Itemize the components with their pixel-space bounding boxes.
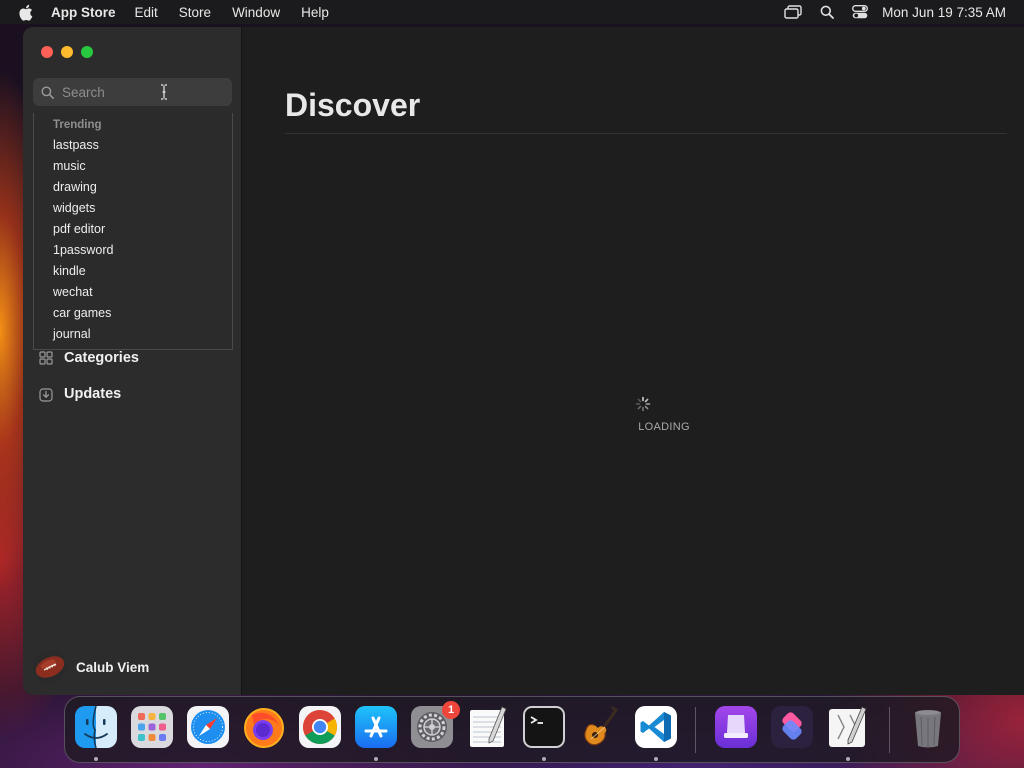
main-content: Discover LOADING — [243, 27, 1024, 695]
vscode-icon — [635, 706, 677, 748]
title-divider — [285, 133, 1007, 134]
suggestion-item[interactable]: kindle — [53, 261, 86, 281]
apple-logo-icon[interactable] — [18, 3, 34, 21]
close-window-button[interactable] — [41, 46, 53, 58]
zoom-window-button[interactable] — [81, 46, 93, 58]
traffic-lights — [41, 46, 93, 58]
categories-grid-icon — [39, 351, 55, 365]
menu-edit[interactable]: Edit — [135, 5, 158, 20]
suggestion-item[interactable]: 1password — [53, 240, 113, 260]
configurator-icon — [715, 706, 757, 748]
dock-configurator[interactable] — [714, 705, 758, 749]
page-title: Discover — [285, 87, 421, 123]
notification-badge: 1 — [442, 701, 460, 719]
dock-chrome[interactable] — [298, 705, 342, 749]
suggestions-heading: Trending — [53, 119, 102, 131]
suggestion-item[interactable]: journal — [53, 324, 91, 344]
dock-textedit[interactable] — [466, 705, 510, 749]
control-center-icon[interactable] — [852, 5, 869, 19]
account-profile[interactable]: Calub Viem — [33, 649, 149, 685]
dock-safari[interactable] — [186, 705, 230, 749]
screen-mirroring-icon[interactable] — [784, 5, 802, 19]
dock-finder[interactable] — [74, 705, 118, 749]
running-indicator — [654, 757, 658, 761]
sidebar-item-updates[interactable]: Updates — [39, 382, 121, 406]
shortcuts-icon — [771, 706, 813, 748]
sidebar-item-label: Categories — [64, 350, 139, 366]
dock-garageband[interactable] — [578, 705, 622, 749]
running-indicator — [374, 757, 378, 761]
app-store-window: Trending lastpass music drawing widgets … — [23, 27, 1024, 695]
firefox-icon — [244, 708, 284, 748]
menu-clock[interactable]: Mon Jun 19 7:35 AM — [882, 5, 1006, 20]
updates-download-icon — [39, 387, 55, 402]
search-field[interactable] — [33, 78, 232, 106]
dock-terminal[interactable] — [522, 705, 566, 749]
search-input[interactable] — [62, 82, 222, 102]
menu-help[interactable]: Help — [301, 5, 329, 20]
dock-system-settings[interactable]: 1 — [410, 701, 460, 749]
minimize-window-button[interactable] — [61, 46, 73, 58]
launchpad-icon — [131, 706, 173, 748]
chrome-icon — [299, 706, 341, 748]
app-store-icon — [355, 706, 397, 748]
safari-icon — [187, 706, 229, 748]
dock-launchpad[interactable] — [130, 705, 174, 749]
running-indicator — [94, 757, 98, 761]
garageband-icon — [584, 706, 619, 746]
search-suggestions-dropdown: Trending lastpass music drawing widgets … — [33, 113, 233, 350]
sidebar: Trending lastpass music drawing widgets … — [23, 27, 242, 695]
suggestion-item[interactable]: drawing — [53, 177, 97, 197]
running-indicator — [542, 757, 546, 761]
spotlight-search-icon[interactable] — [820, 5, 835, 19]
loading-label: LOADING — [638, 421, 690, 433]
loading-spinner-icon — [635, 396, 651, 417]
textedit-icon — [470, 706, 507, 747]
football-avatar — [33, 650, 67, 684]
profile-name: Calub Viem — [76, 659, 150, 675]
dock-separator — [695, 707, 696, 753]
dock-vscode[interactable] — [634, 705, 678, 749]
menu-bar: App Store Edit Store Window Help Mon Jun… — [0, 0, 1024, 24]
dock-trash[interactable] — [906, 705, 950, 749]
terminal-icon — [523, 706, 565, 748]
i-beam-cursor-icon — [160, 84, 168, 105]
dock-script-editor[interactable] — [826, 705, 870, 749]
trash-icon — [915, 710, 941, 748]
sidebar-item-label: Updates — [64, 386, 122, 402]
suggestion-item[interactable]: widgets — [53, 198, 95, 218]
suggestion-item[interactable]: pdf editor — [53, 219, 105, 239]
dock: 1 — [64, 696, 960, 763]
dock-firefox[interactable] — [242, 705, 286, 749]
script-editor-icon — [829, 706, 867, 747]
suggestion-item[interactable]: wechat — [53, 282, 93, 302]
dock-shortcuts[interactable] — [770, 705, 814, 749]
suggestion-item[interactable]: car games — [53, 303, 111, 323]
suggestion-item[interactable]: lastpass — [53, 135, 99, 155]
suggestion-item[interactable]: music — [53, 156, 86, 176]
menu-window[interactable]: Window — [232, 5, 280, 20]
dock-app-store[interactable] — [354, 705, 398, 749]
menu-app-name[interactable]: App Store — [51, 5, 116, 20]
finder-icon — [75, 705, 117, 749]
dock-separator — [889, 707, 890, 753]
menu-store[interactable]: Store — [179, 5, 211, 20]
running-indicator — [846, 757, 850, 761]
search-icon — [41, 86, 54, 99]
